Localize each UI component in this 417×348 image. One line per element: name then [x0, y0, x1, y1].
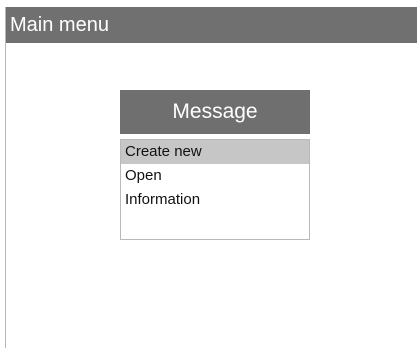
menu-item-information[interactable]: Information [121, 188, 309, 212]
message-dialog-title: Message [120, 90, 310, 134]
menu-item-open[interactable]: Open [121, 164, 309, 188]
device-screen: Main menu Message Create new Open Inform… [5, 7, 417, 348]
message-menu-list: Create new Open Information [120, 139, 310, 240]
main-menu-titlebar: Main menu [6, 7, 417, 43]
menu-item-create-new[interactable]: Create new [121, 140, 309, 164]
